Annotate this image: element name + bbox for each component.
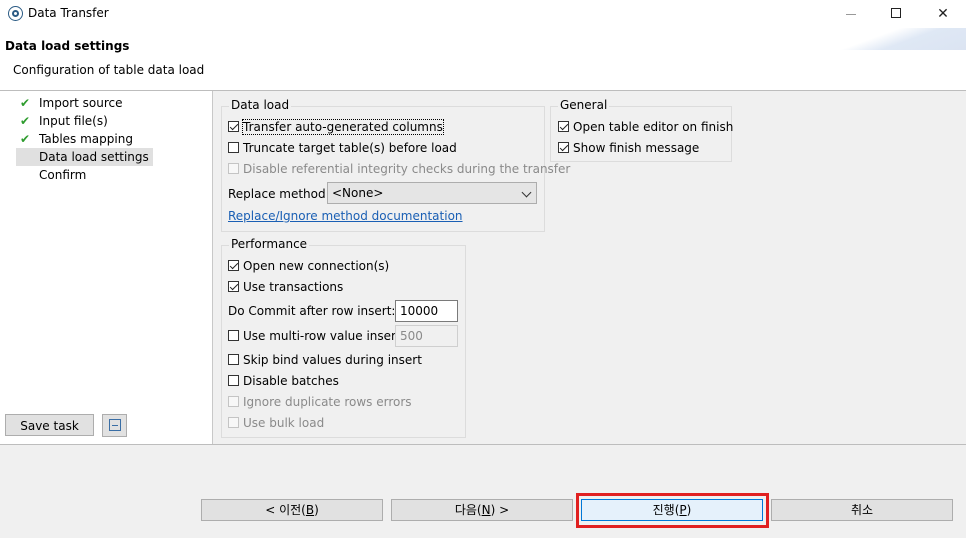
checkbox-icon xyxy=(228,375,239,386)
ignore-duplicate-rows-checkbox: Ignore duplicate rows errors xyxy=(228,393,412,411)
chevron-down-icon xyxy=(521,187,532,198)
commit-after-row-input[interactable]: 10000 xyxy=(395,300,458,322)
skip-bind-values-checkbox[interactable]: Skip bind values during insert xyxy=(228,351,422,369)
replace-method-doc-link[interactable]: Replace/Ignore method documentation xyxy=(228,209,463,223)
replace-method-label: Replace method: xyxy=(228,187,330,201)
disable-referential-integrity-checkbox: Disable referential integrity checks dur… xyxy=(228,160,570,178)
checkbox-checked-icon xyxy=(558,142,569,153)
transfer-auto-generated-checkbox[interactable]: Transfer auto-generated columns xyxy=(228,118,444,136)
back-button[interactable]: < 이전(B) xyxy=(201,499,383,521)
replace-method-select[interactable]: <None> xyxy=(327,182,537,204)
nav-item-import-source[interactable]: ✔ Import source xyxy=(16,94,127,112)
use-transactions-checkbox[interactable]: Use transactions xyxy=(228,278,343,296)
save-task-button[interactable]: Save task xyxy=(5,414,94,436)
disable-batches-checkbox[interactable]: Disable batches xyxy=(228,372,339,390)
multi-row-insert-checkbox[interactable]: Use multi-row value insert xyxy=(228,327,401,345)
minimize-icon xyxy=(846,14,856,15)
open-table-editor-checkbox[interactable]: Open table editor on finish xyxy=(558,118,733,136)
truncate-target-checkbox[interactable]: Truncate target table(s) before load xyxy=(228,139,457,157)
show-finish-message-checkbox[interactable]: Show finish message xyxy=(558,139,699,157)
maximize-icon xyxy=(891,8,901,18)
multi-row-value-input: 500 xyxy=(395,325,458,347)
checkbox-icon xyxy=(228,163,239,174)
cancel-button[interactable]: 취소 xyxy=(771,499,953,521)
close-icon: ✕ xyxy=(937,6,949,22)
nav-item-input-files[interactable]: ✔ Input file(s) xyxy=(16,112,112,130)
checkbox-checked-icon xyxy=(228,281,239,292)
wizard-header: Data load settings Configuration of tabl… xyxy=(0,28,966,91)
configure-task-button[interactable] xyxy=(102,414,127,437)
annotation-highlight-box xyxy=(576,493,769,528)
nav-item-tables-mapping[interactable]: ✔ Tables mapping xyxy=(16,130,137,148)
checkbox-checked-icon xyxy=(558,121,569,132)
check-icon: ✔ xyxy=(19,96,31,110)
nav-item-confirm[interactable]: Confirm xyxy=(16,166,90,184)
nav-item-data-load-settings[interactable]: Data load settings xyxy=(16,148,153,166)
title-bar xyxy=(0,0,966,28)
commit-after-row-label: Do Commit after row insert: xyxy=(228,304,396,318)
minimize-button[interactable] xyxy=(828,0,874,28)
close-button[interactable]: ✕ xyxy=(920,0,966,28)
checkbox-checked-icon xyxy=(228,121,239,132)
checkbox-checked-icon xyxy=(228,260,239,271)
app-icon xyxy=(8,6,23,21)
checkbox-icon xyxy=(228,142,239,153)
window-title: Data Transfer xyxy=(28,6,109,20)
checkbox-icon xyxy=(228,396,239,407)
checkbox-icon xyxy=(228,417,239,428)
group-title: Performance xyxy=(229,237,310,251)
group-title: General xyxy=(558,98,610,112)
check-icon: ✔ xyxy=(19,132,31,146)
checkbox-icon xyxy=(228,354,239,365)
header-banner-decoration xyxy=(816,28,966,50)
next-button[interactable]: 다음(N) > xyxy=(391,499,573,521)
use-bulk-load-checkbox: Use bulk load xyxy=(228,414,324,432)
button-bar xyxy=(0,444,966,538)
page-title: Data load settings xyxy=(5,39,130,53)
checkbox-icon xyxy=(228,330,239,341)
page-subtitle: Configuration of table data load xyxy=(13,63,205,77)
task-config-icon xyxy=(109,419,121,431)
group-title: Data load xyxy=(229,98,292,112)
open-new-connection-checkbox[interactable]: Open new connection(s) xyxy=(228,257,389,275)
check-icon: ✔ xyxy=(19,114,31,128)
maximize-button[interactable] xyxy=(874,0,920,28)
